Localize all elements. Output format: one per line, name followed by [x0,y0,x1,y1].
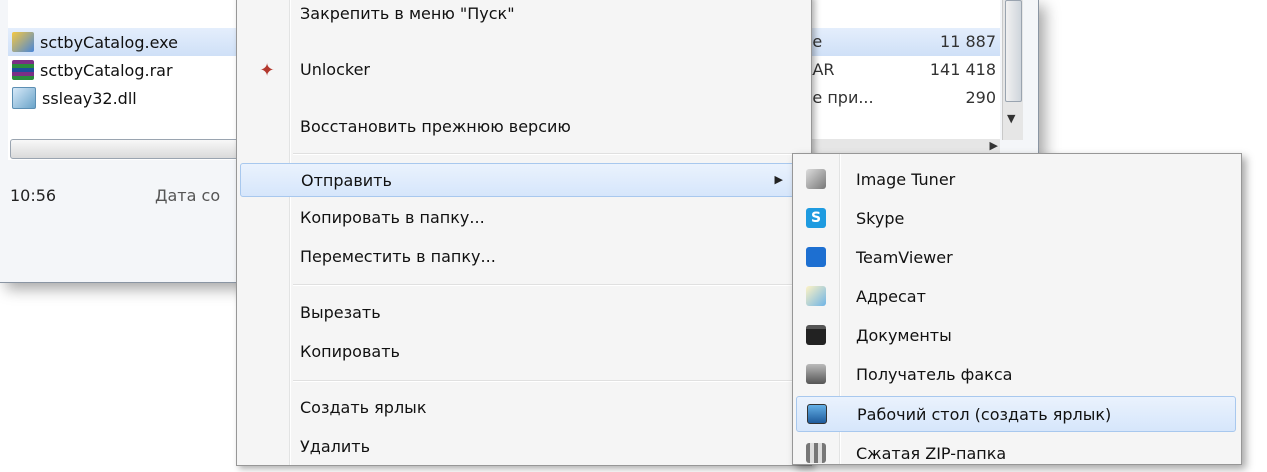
submenu-item-label: Адресат [856,287,926,306]
submenu-item-fax-recipient[interactable]: Получатель факса [796,357,1236,393]
scroll-right-icon[interactable]: ▶ [990,139,998,152]
mail-recipient-icon [806,286,826,306]
submenu-item-label: TeamViewer [856,248,953,267]
vertical-scrollbar[interactable]: ▼ [1002,0,1023,140]
documents-icon [806,325,826,345]
scrollbar-thumb[interactable] [1005,0,1022,102]
file-row[interactable]: ssleay32.dll [8,84,236,112]
submenu-item-image-tuner[interactable]: Image Tuner [796,162,1236,198]
menu-item-send-to[interactable]: Отправить ▶ [240,163,806,197]
winrar-icon [12,60,34,80]
submenu-item-label: Image Tuner [856,170,956,189]
dll-icon [12,87,36,109]
detail-type: ие при... [802,88,874,107]
menu-item-copy-to-folder[interactable]: Копировать в папку... [240,201,806,235]
menu-item-label: Вырезать [300,303,381,322]
menu-item-pin-to-start[interactable]: Закрепить в меню "Пуск" [240,0,806,31]
menu-item-label: Закрепить в меню "Пуск" [300,4,515,23]
menu-separator [293,153,805,155]
menu-item-label: Переместить в папку... [300,247,496,266]
submenu-item-label: Рабочий стол (создать ярлык) [857,405,1112,424]
file-name: sctbyCatalog.rar [40,60,173,80]
menu-item-delete[interactable]: Удалить [240,430,806,464]
status-date-label: Дата со [155,186,221,205]
file-row[interactable]: sctbyCatalog.rar [8,56,236,84]
exe-icon [12,32,34,52]
menu-item-label: Копировать в папку... [300,208,485,227]
menu-item-unlocker[interactable]: ✦ Unlocker [240,53,806,87]
submenu-item-teamviewer[interactable]: TeamViewer [796,240,1236,276]
menu-item-label: Unlocker [300,60,370,79]
details-columns: ие 11 887 RAR 141 418 ие при... 290 [800,0,1000,160]
submenu-item-label: Сжатая ZIP-папка [856,444,1007,463]
skype-icon: S [806,208,826,228]
file-name: ssleay32.dll [42,88,137,108]
horizontal-scrollbar[interactable] [10,139,244,159]
menu-item-label: Восстановить прежнюю версию [300,117,571,136]
menu-item-create-shortcut[interactable]: Создать ярлык [240,391,806,425]
scroll-down-icon[interactable]: ▼ [1007,112,1015,125]
menu-item-move-to-folder[interactable]: Переместить в папку... [240,240,806,274]
detail-row[interactable]: ие при... 290 [800,84,1000,112]
menu-separator [293,380,805,382]
detail-row[interactable]: RAR 141 418 [800,56,1000,84]
detail-size: 290 [965,88,996,107]
menu-separator [293,284,805,286]
wand-icon: ✦ [259,60,275,81]
submenu-item-zip-folder[interactable]: Сжатая ZIP-папка [796,436,1236,472]
submenu-item-desktop-shortcut[interactable]: Рабочий стол (создать ярлык) [796,396,1236,432]
submenu-item-label: Получатель факса [856,365,1013,384]
teamviewer-icon [806,247,826,267]
menu-item-cut[interactable]: Вырезать [240,296,806,330]
menu-item-label: Создать ярлык [300,398,427,417]
file-list: sctbyCatalog.exe sctbyCatalog.rar ssleay… [8,0,236,160]
menu-item-label: Копировать [300,342,400,361]
submenu-item-label: Skype [856,209,905,228]
zip-folder-icon [806,443,826,463]
file-name: sctbyCatalog.exe [40,32,178,52]
detail-size: 11 887 [940,32,996,51]
menu-item-copy[interactable]: Копировать [240,335,806,369]
send-to-submenu: Image Tuner S Skype TeamViewer Адресат Д… [792,153,1242,465]
image-tuner-icon [806,169,826,189]
menu-item-label: Отправить [301,171,392,190]
detail-size: 141 418 [929,60,996,79]
menu-item-label: Удалить [300,437,370,456]
desktop-icon [807,404,827,424]
menu-item-restore-previous[interactable]: Восстановить прежнюю версию [240,110,806,144]
submenu-arrow-icon: ▶ [774,173,783,186]
detail-row[interactable]: ие 11 887 [800,28,1000,56]
file-row[interactable]: sctbyCatalog.exe [8,28,236,56]
submenu-item-skype[interactable]: S Skype [796,201,1236,237]
submenu-item-documents[interactable]: Документы [796,318,1236,354]
submenu-item-mail-recipient[interactable]: Адресат [796,279,1236,315]
context-menu: Закрепить в меню "Пуск" ✦ Unlocker Восст… [236,0,812,466]
fax-icon [806,364,826,384]
submenu-item-label: Документы [856,326,952,345]
status-time: 10:56 [10,186,57,205]
